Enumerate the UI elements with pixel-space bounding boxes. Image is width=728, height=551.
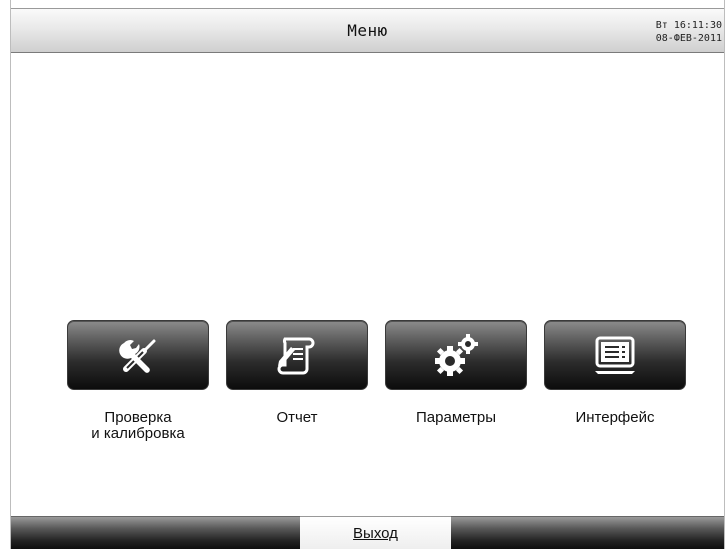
report-label: Отчет [276, 409, 318, 426]
report-scroll-icon [277, 337, 315, 375]
menu-screen: Меню Вт 16:11:30 08-ФЕВ-2011 Проверка и … [10, 0, 725, 549]
bottom-bar-right-segment [451, 516, 724, 549]
datetime-display: Вт 16:11:30 08-ФЕВ-2011 [656, 19, 722, 45]
monitor-icon [595, 336, 635, 374]
menu-grid: Проверка и калибровка Отчет Параметры Ин… [67, 320, 707, 460]
gears-icon [435, 334, 478, 376]
page-title: Меню [347, 21, 388, 40]
tools-icon [119, 339, 156, 373]
clock-time: Вт 16:11:30 [655, 20, 722, 31]
parameters-label: Параметры [416, 409, 496, 426]
check-calibration-button[interactable] [67, 320, 209, 390]
report-button[interactable] [226, 320, 368, 390]
clock-date: 08-ФЕВ-2011 [655, 33, 722, 44]
parameters-button[interactable] [385, 320, 527, 390]
bottom-bar-left-segment [11, 516, 300, 549]
interface-label: Интерфейс [575, 409, 655, 426]
bottom-bar: Выход [11, 516, 724, 549]
interface-button[interactable] [544, 320, 686, 390]
title-bar: Меню Вт 16:11:30 08-ФЕВ-2011 [11, 8, 724, 53]
exit-button[interactable]: Выход [300, 516, 451, 549]
check-calibration-label: Проверка и калибровка [91, 409, 185, 442]
